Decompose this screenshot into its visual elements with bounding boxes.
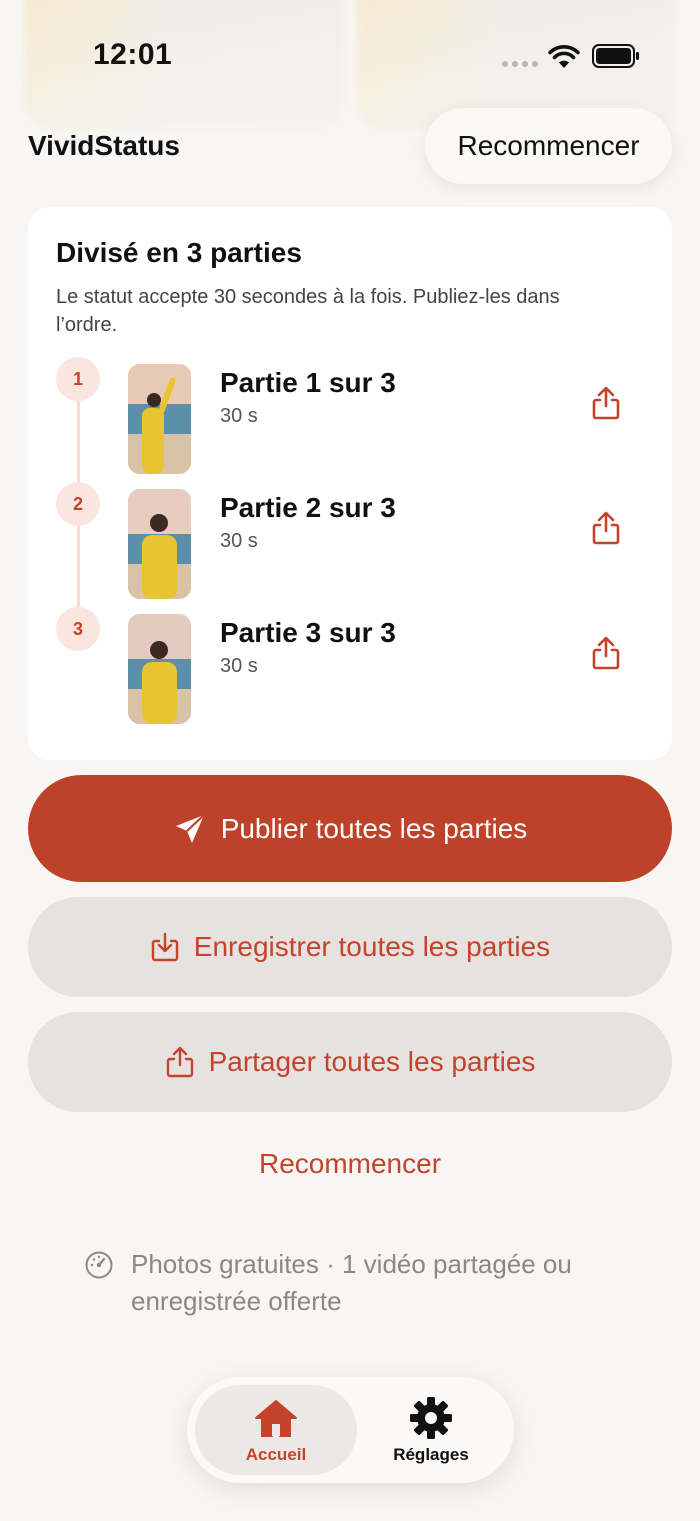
- part-duration: 30 s: [220, 530, 258, 552]
- share-part-button[interactable]: [582, 629, 630, 677]
- publish-all-label: Publier toutes les parties: [220, 812, 528, 844]
- status-time: 12:01: [93, 38, 173, 71]
- step-badge: 1: [56, 357, 100, 401]
- header-restart-button[interactable]: Recommencer: [425, 108, 672, 184]
- part-thumbnail: [128, 364, 191, 474]
- tab-bar: Accueil Réglages: [187, 1377, 514, 1483]
- save-all-button[interactable]: Enregistrer toutes les parties: [28, 897, 672, 997]
- status-bar: 12:01: [0, 0, 700, 110]
- tab-home-label: Accueil: [245, 1445, 307, 1464]
- part-title: Partie 3 sur 3: [220, 617, 396, 648]
- tab-settings-label: Réglages: [393, 1445, 469, 1464]
- share-part-button[interactable]: [582, 504, 630, 552]
- tab-settings[interactable]: Réglages: [350, 1385, 512, 1475]
- part-row: 1 Partie 1 sur 3 30 s: [28, 357, 672, 474]
- tab-home[interactable]: Accueil: [195, 1385, 357, 1475]
- download-tray-icon: [151, 932, 178, 962]
- share-all-button[interactable]: Partager toutes les parties: [28, 1012, 672, 1112]
- share-icon: [592, 636, 620, 670]
- step-badge: 2: [56, 482, 100, 526]
- part-thumbnail: [128, 489, 191, 599]
- card-description: Le statut accepte 30 secondes à la fois.…: [56, 286, 560, 336]
- share-all-label: Partager toutes les parties: [208, 1046, 536, 1077]
- parts-card: Divisé en 3 parties Le statut accepte 30…: [28, 207, 672, 760]
- part-thumbnail: [128, 614, 191, 724]
- save-all-label: Enregistrer toutes les parties: [193, 931, 551, 962]
- share-part-button[interactable]: [582, 379, 630, 427]
- publish-all-button[interactable]: Publier toutes les parties: [28, 775, 672, 882]
- wifi-icon: [548, 45, 580, 68]
- part-row: 3 Partie 3 sur 3 30 s: [28, 607, 672, 724]
- restart-link[interactable]: Recommencer: [0, 1148, 700, 1180]
- part-title: Partie 2 sur 3: [220, 492, 396, 523]
- gear-icon: [410, 1397, 452, 1439]
- part-duration: 30 s: [220, 655, 258, 677]
- part-title: Partie 1 sur 3: [220, 367, 396, 398]
- card-title: Divisé en 3 parties: [56, 237, 302, 268]
- share-icon: [166, 1046, 193, 1078]
- share-icon: [592, 386, 620, 420]
- part-duration: 30 s: [220, 405, 258, 427]
- cellular-signal-icon: [502, 61, 538, 67]
- dial-icon: [85, 1251, 113, 1279]
- step-badge: 3: [56, 607, 100, 651]
- house-icon: [255, 1400, 297, 1437]
- paper-plane-icon: [175, 813, 205, 843]
- free-tier-text: Photos gratuites · 1 vidéo partagée ou e…: [131, 1249, 572, 1316]
- part-row: 2 Partie 2 sur 3 30 s: [28, 482, 672, 599]
- share-icon: [592, 511, 620, 545]
- app-title: VividStatus: [28, 130, 180, 161]
- battery-icon: [592, 44, 639, 68]
